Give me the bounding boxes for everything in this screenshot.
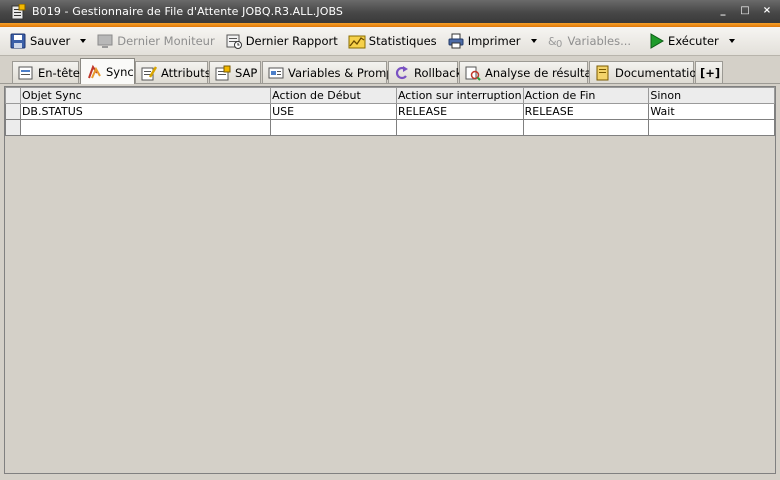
tab-sync-label: Sync — [106, 64, 134, 79]
statistics-button[interactable]: Statistiques — [345, 30, 440, 52]
execute-button[interactable]: Exécuter — [644, 30, 722, 52]
variables-icon: & 0 — [547, 32, 565, 50]
table-header-row: Objet Sync Action de Début Action sur in… — [5, 87, 775, 104]
maximize-button[interactable]: □ — [738, 3, 752, 17]
table-cell[interactable] — [19, 119, 272, 136]
table-cell[interactable]: RELEASE — [395, 103, 524, 120]
tab-variables-prompts-label: Variables & Prompts — [288, 65, 405, 80]
header-icon — [18, 65, 34, 81]
sync-panel: Objet Sync Action de Début Action sur in… — [4, 86, 776, 474]
row-header[interactable] — [5, 103, 21, 120]
table-cell[interactable]: USE — [270, 103, 397, 120]
column-header[interactable]: Sinon — [648, 87, 775, 104]
title-bar: B019 - Gestionnaire de File d'Attente JO… — [0, 0, 780, 23]
rollback-icon — [394, 65, 410, 81]
column-header[interactable]: Action sur interruption — [395, 87, 524, 104]
table-cell[interactable] — [648, 119, 775, 136]
sync-table: Objet Sync Action de Début Action sur in… — [5, 87, 775, 136]
tab-attributes-label: Attributs — [161, 65, 211, 80]
svg-text:0: 0 — [556, 39, 562, 50]
monitor-icon — [96, 32, 114, 50]
tab-analysis-label: Analyse de résultats — [485, 65, 603, 80]
table-cell[interactable] — [395, 119, 524, 136]
variables-prompts-icon — [268, 65, 284, 81]
documentation-icon — [595, 65, 611, 81]
minimize-button[interactable]: _ — [716, 3, 730, 17]
column-header[interactable]: Action de Début — [270, 87, 397, 104]
save-icon — [9, 32, 27, 50]
tab-header[interactable]: En-tête — [12, 61, 80, 83]
variables-button[interactable]: & 0 Variables... — [544, 30, 635, 52]
print-label: Imprimer — [467, 34, 521, 48]
tab-variables-prompts[interactable]: Variables & Prompts — [262, 61, 404, 83]
add-tab-icon: [+] — [700, 65, 721, 80]
statistics-icon — [348, 32, 366, 50]
table-cell[interactable] — [522, 119, 650, 136]
tab-rollback-label: Rollback — [414, 65, 463, 80]
last-monitor-label: Dernier Moniteur — [117, 34, 215, 48]
table-row[interactable] — [5, 119, 775, 136]
column-header[interactable]: Objet Sync — [19, 87, 272, 104]
printer-icon — [447, 32, 465, 50]
tab-sap[interactable]: SAP — [209, 61, 261, 83]
table-cell[interactable]: DB.STATUS — [19, 103, 272, 120]
save-label: Sauver — [30, 34, 71, 48]
save-dropdown-arrow[interactable] — [77, 30, 89, 52]
table-row[interactable]: DB.STATUS USE RELEASE RELEASE Wait — [5, 103, 775, 120]
table-cell[interactable] — [270, 119, 397, 136]
statistics-label: Statistiques — [368, 34, 437, 48]
analysis-icon — [465, 65, 481, 81]
execute-label: Exécuter — [668, 34, 719, 48]
tab-strip: En-tête Sync Attributs SAP Variables & P… — [0, 56, 780, 84]
close-button[interactable]: × — [760, 3, 774, 17]
last-monitor-button[interactable]: Dernier Moniteur — [93, 30, 217, 52]
tab-analysis[interactable]: Analyse de résultats — [459, 61, 602, 83]
table-cell[interactable]: Wait — [648, 103, 775, 120]
print-button[interactable]: Imprimer — [444, 30, 524, 52]
column-header[interactable]: Action de Fin — [522, 87, 650, 104]
variables-label: Variables... — [567, 34, 632, 48]
last-report-button[interactable]: Dernier Rapport — [222, 30, 341, 52]
last-report-label: Dernier Rapport — [245, 34, 338, 48]
tab-rollback[interactable]: Rollback — [388, 61, 462, 83]
sap-icon — [215, 65, 231, 81]
report-icon — [225, 32, 243, 50]
tab-documentation-label: Documentation — [615, 65, 704, 80]
save-button[interactable]: Sauver — [6, 30, 73, 52]
toolbar: Sauver Dernier Moniteur Dernier Rapport … — [0, 27, 780, 56]
attributes-icon — [141, 65, 158, 81]
print-dropdown-arrow[interactable] — [528, 30, 540, 52]
row-header-corner — [5, 87, 21, 104]
add-tab-button[interactable]: [+] — [695, 61, 723, 83]
tab-header-label: En-tête — [38, 65, 80, 80]
tab-documentation[interactable]: Documentation — [589, 61, 704, 83]
table-cell[interactable]: RELEASE — [522, 103, 650, 120]
tab-sync[interactable]: Sync — [80, 58, 135, 84]
tab-attributes[interactable]: Attributs — [135, 61, 211, 83]
execute-dropdown-arrow[interactable] — [726, 30, 738, 52]
window-title: B019 - Gestionnaire de File d'Attente JO… — [32, 5, 343, 18]
job-queue-app-icon — [10, 3, 26, 20]
play-icon — [647, 32, 665, 50]
row-header[interactable] — [5, 119, 21, 136]
tab-sap-label: SAP — [235, 65, 258, 80]
sync-icon — [86, 64, 102, 80]
